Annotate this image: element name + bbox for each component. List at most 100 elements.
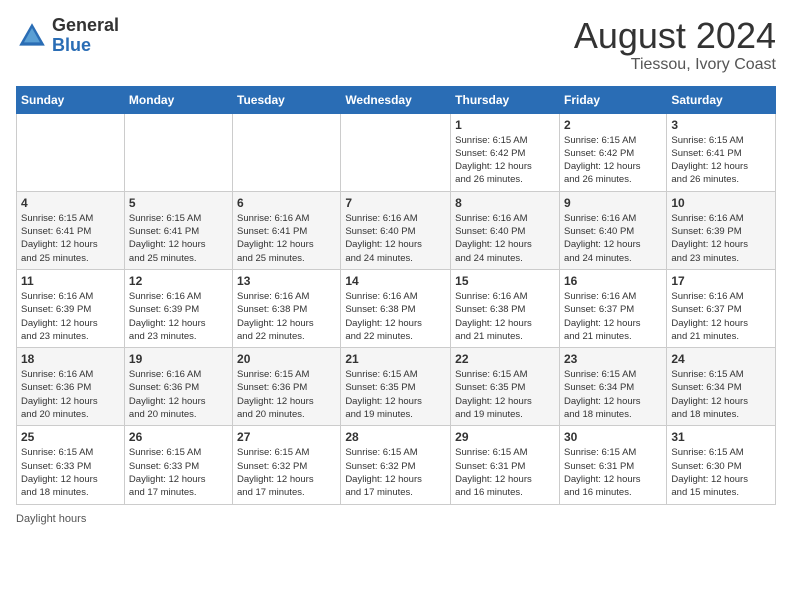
day-info: Sunrise: 6:16 AM Sunset: 6:39 PM Dayligh… — [129, 290, 228, 343]
col-header-saturday: Saturday — [667, 86, 776, 113]
day-number: 30 — [564, 430, 662, 444]
calendar-cell — [124, 113, 232, 191]
calendar-cell: 9Sunrise: 6:16 AM Sunset: 6:40 PM Daylig… — [559, 191, 666, 269]
day-info: Sunrise: 6:15 AM Sunset: 6:33 PM Dayligh… — [129, 446, 228, 499]
day-number: 12 — [129, 274, 228, 288]
day-info: Sunrise: 6:15 AM Sunset: 6:35 PM Dayligh… — [455, 368, 555, 421]
calendar-cell — [17, 113, 125, 191]
calendar-cell — [341, 113, 451, 191]
calendar-cell: 19Sunrise: 6:16 AM Sunset: 6:36 PM Dayli… — [124, 348, 232, 426]
calendar-cell: 6 Sunrise: 6:16 AM Sunset: 6:41 PM Daylig… — [233, 191, 341, 269]
day-info: Sunrise: 6:16 AM Sunset: 6:39 PM Dayligh… — [21, 290, 120, 343]
day-info: Sunrise: 6:16 AM Sunset: 6:40 PM Dayligh… — [564, 212, 662, 265]
day-number: 17 — [671, 274, 771, 288]
calendar-week-row: 4Sunrise: 6:15 AM Sunset: 6:41 PM Daylig… — [17, 191, 776, 269]
location-subtitle: Tiessou, Ivory Coast — [574, 56, 776, 74]
calendar-cell: 4Sunrise: 6:15 AM Sunset: 6:41 PM Daylig… — [17, 191, 125, 269]
calendar-week-row: 1Sunrise: 6:15 AM Sunset: 6:42 PM Daylig… — [17, 113, 776, 191]
day-number: 2 — [564, 118, 662, 132]
month-year-title: August 2024 — [574, 16, 776, 56]
day-number: 15 — [455, 274, 555, 288]
day-info: Sunrise: 6:16 AM Sunset: 6:39 PM Dayligh… — [671, 212, 771, 265]
day-info: Sunrise: 6:15 AM Sunset: 6:36 PM Dayligh… — [237, 368, 336, 421]
footer: Daylight hours — [16, 513, 776, 525]
col-header-wednesday: Wednesday — [341, 86, 451, 113]
logo-icon — [16, 20, 48, 52]
daylight-label: Daylight hours — [16, 513, 86, 525]
calendar-cell: 16 Sunrise: 6:16 AM Sunset: 6:37 PM Dayli… — [559, 269, 666, 347]
col-header-tuesday: Tuesday — [233, 86, 341, 113]
calendar-cell: 31 Sunrise: 6:15 AM Sunset: 6:30 PM Dayli… — [667, 426, 776, 504]
day-info: Sunrise: 6:16 AM Sunset: 6:38 PM Dayligh… — [455, 290, 555, 343]
calendar-cell: 7 Sunrise: 6:16 AM Sunset: 6:40 PM Daylig… — [341, 191, 451, 269]
calendar-cell: 18 Sunrise: 6:16 AM Sunset: 6:36 PM Dayli… — [17, 348, 125, 426]
calendar-cell: 20 Sunrise: 6:15 AM Sunset: 6:36 PM Dayli… — [233, 348, 341, 426]
day-info: Sunrise: 6:16 AM Sunset: 6:36 PM Dayligh… — [21, 368, 120, 421]
logo: General Blue — [16, 16, 119, 56]
calendar-cell: 5 Sunrise: 6:15 AM Sunset: 6:41 PM Daylig… — [124, 191, 232, 269]
calendar-cell: 23Sunrise: 6:15 AM Sunset: 6:34 PM Dayli… — [559, 348, 666, 426]
calendar-cell: 29Sunrise: 6:15 AM Sunset: 6:31 PM Dayli… — [451, 426, 560, 504]
day-number: 20 — [237, 352, 336, 366]
day-number: 7 — [345, 196, 446, 210]
day-info: Sunrise: 6:15 AM Sunset: 6:41 PM Dayligh… — [129, 212, 228, 265]
day-number: 13 — [237, 274, 336, 288]
col-header-friday: Friday — [559, 86, 666, 113]
day-info: Sunrise: 6:15 AM Sunset: 6:34 PM Dayligh… — [671, 368, 771, 421]
calendar-cell: 10 Sunrise: 6:16 AM Sunset: 6:39 PM Dayli… — [667, 191, 776, 269]
day-number: 22 — [455, 352, 555, 366]
day-number: 31 — [671, 430, 771, 444]
day-info: Sunrise: 6:15 AM Sunset: 6:34 PM Dayligh… — [564, 368, 662, 421]
calendar-cell: 21 Sunrise: 6:15 AM Sunset: 6:35 PM Dayli… — [341, 348, 451, 426]
calendar-cell: 25Sunrise: 6:15 AM Sunset: 6:33 PM Dayli… — [17, 426, 125, 504]
day-number: 8 — [455, 196, 555, 210]
calendar-cell: 3Sunrise: 6:15 AM Sunset: 6:41 PM Daylig… — [667, 113, 776, 191]
day-number: 21 — [345, 352, 446, 366]
day-info: Sunrise: 6:15 AM Sunset: 6:33 PM Dayligh… — [21, 446, 120, 499]
day-info: Sunrise: 6:16 AM Sunset: 6:41 PM Dayligh… — [237, 212, 336, 265]
calendar-cell: 27 Sunrise: 6:15 AM Sunset: 6:32 PM Dayli… — [233, 426, 341, 504]
calendar-table: SundayMondayTuesdayWednesdayThursdayFrid… — [16, 86, 776, 505]
day-info: Sunrise: 6:16 AM Sunset: 6:40 PM Dayligh… — [345, 212, 446, 265]
calendar-cell: 2 Sunrise: 6:15 AM Sunset: 6:42 PM Daylig… — [559, 113, 666, 191]
logo-general-text: General — [52, 15, 119, 35]
day-info: Sunrise: 6:15 AM Sunset: 6:42 PM Dayligh… — [564, 134, 662, 187]
day-number: 29 — [455, 430, 555, 444]
day-number: 5 — [129, 196, 228, 210]
calendar-cell: 8Sunrise: 6:16 AM Sunset: 6:40 PM Daylig… — [451, 191, 560, 269]
calendar-week-row: 11 Sunrise: 6:16 AM Sunset: 6:39 PM Dayli… — [17, 269, 776, 347]
day-info: Sunrise: 6:15 AM Sunset: 6:35 PM Dayligh… — [345, 368, 446, 421]
title-block: August 2024 Tiessou, Ivory Coast — [574, 16, 776, 74]
day-number: 27 — [237, 430, 336, 444]
calendar-cell — [233, 113, 341, 191]
calendar-cell: 13Sunrise: 6:16 AM Sunset: 6:38 PM Dayli… — [233, 269, 341, 347]
day-info: Sunrise: 6:15 AM Sunset: 6:30 PM Dayligh… — [671, 446, 771, 499]
day-info: Sunrise: 6:15 AM Sunset: 6:31 PM Dayligh… — [564, 446, 662, 499]
calendar-week-row: 25Sunrise: 6:15 AM Sunset: 6:33 PM Dayli… — [17, 426, 776, 504]
day-number: 10 — [671, 196, 771, 210]
logo-blue-text: Blue — [52, 35, 91, 55]
col-header-thursday: Thursday — [451, 86, 560, 113]
day-info: Sunrise: 6:16 AM Sunset: 6:37 PM Dayligh… — [671, 290, 771, 343]
day-number: 3 — [671, 118, 771, 132]
calendar-cell: 30 Sunrise: 6:15 AM Sunset: 6:31 PM Dayli… — [559, 426, 666, 504]
day-info: Sunrise: 6:15 AM Sunset: 6:32 PM Dayligh… — [345, 446, 446, 499]
col-header-sunday: Sunday — [17, 86, 125, 113]
col-header-monday: Monday — [124, 86, 232, 113]
day-info: Sunrise: 6:16 AM Sunset: 6:37 PM Dayligh… — [564, 290, 662, 343]
day-number: 28 — [345, 430, 446, 444]
day-info: Sunrise: 6:15 AM Sunset: 6:32 PM Dayligh… — [237, 446, 336, 499]
day-number: 19 — [129, 352, 228, 366]
day-info: Sunrise: 6:15 AM Sunset: 6:42 PM Dayligh… — [455, 134, 555, 187]
day-info: Sunrise: 6:15 AM Sunset: 6:41 PM Dayligh… — [21, 212, 120, 265]
day-number: 16 — [564, 274, 662, 288]
day-number: 26 — [129, 430, 228, 444]
calendar-cell: 11 Sunrise: 6:16 AM Sunset: 6:39 PM Dayli… — [17, 269, 125, 347]
calendar-cell: 24Sunrise: 6:15 AM Sunset: 6:34 PM Dayli… — [667, 348, 776, 426]
calendar-cell: 28 Sunrise: 6:15 AM Sunset: 6:32 PM Dayli… — [341, 426, 451, 504]
day-number: 18 — [21, 352, 120, 366]
calendar-cell: 17 Sunrise: 6:16 AM Sunset: 6:37 PM Dayli… — [667, 269, 776, 347]
day-number: 6 — [237, 196, 336, 210]
day-number: 11 — [21, 274, 120, 288]
page-header: General Blue August 2024 Tiessou, Ivory … — [16, 16, 776, 74]
